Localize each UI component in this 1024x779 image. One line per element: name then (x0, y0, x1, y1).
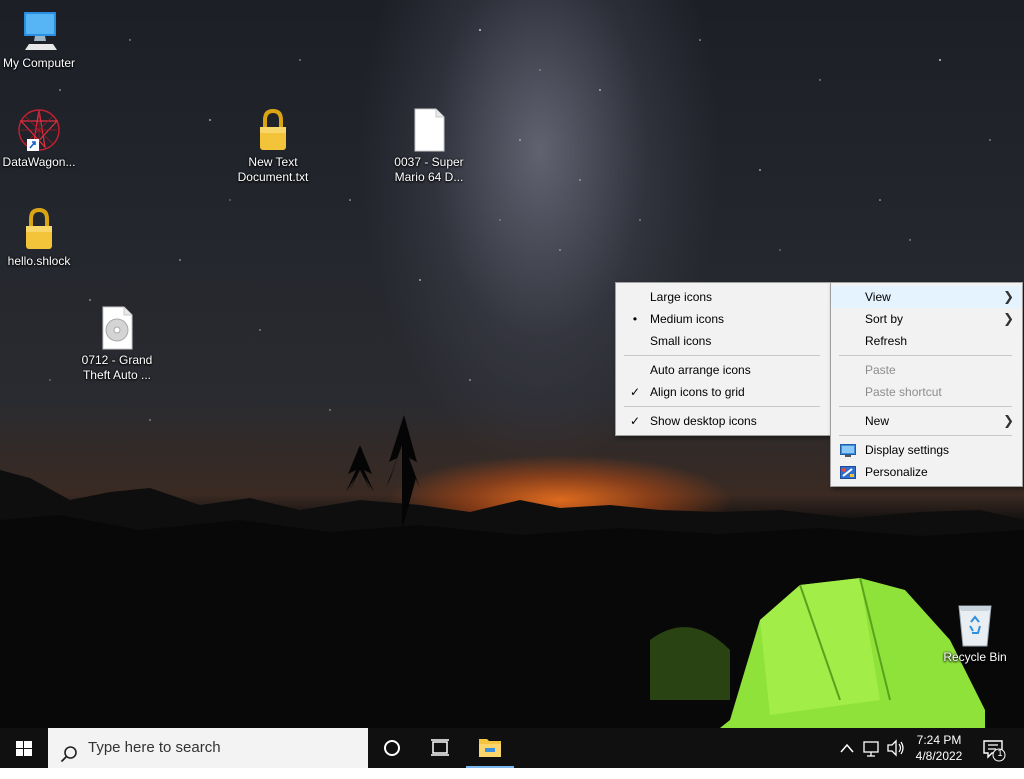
datawagon-shortcut-icon (15, 107, 63, 153)
cortana-circle-icon (384, 740, 400, 756)
menu-item-view[interactable]: View ❯ (831, 286, 1022, 308)
chevron-right-icon: ❯ (1003, 413, 1014, 428)
menu-separator (839, 406, 1012, 407)
desktop-icon-label: 0712 - Grand Theft Auto ... (81, 353, 153, 382)
blank-file-icon (405, 107, 453, 153)
padlock-file-icon (249, 107, 297, 153)
menu-item-refresh[interactable]: Refresh (831, 330, 1022, 352)
menu-item-new[interactable]: New ❯ (831, 410, 1022, 432)
checkmark-icon: ✓ (629, 414, 641, 428)
volume-icon[interactable] (886, 728, 906, 768)
notification-count-badge: 1 (997, 748, 1003, 758)
task-view-button[interactable] (416, 728, 464, 768)
menu-item-label: Refresh (865, 334, 908, 348)
start-button[interactable] (0, 728, 48, 768)
network-icon[interactable] (862, 728, 882, 768)
my-computer-icon (15, 8, 63, 54)
recycle-bin-icon (951, 602, 999, 648)
view-submenu: Large icons • Medium icons Small icons A… (615, 282, 831, 436)
menu-item-label: Show desktop icons (650, 414, 757, 428)
desktop-icon-recycle-bin[interactable]: Recycle Bin (936, 602, 1014, 665)
desktop-icon-super-mario-64[interactable]: 0037 - Super Mario 64 D... (390, 107, 468, 185)
menu-item-label: Display settings (865, 443, 950, 457)
taskbar: Type here to search 7:24 PM 4/8/2022 1 (0, 728, 1024, 768)
windows-logo-icon (16, 741, 32, 756)
desktop-icon-label: DataWagon... (2, 155, 76, 169)
cortana-button[interactable] (368, 728, 416, 768)
menu-item-small-icons[interactable]: Small icons (616, 330, 830, 352)
search-box[interactable]: Type here to search (48, 728, 368, 768)
desktop-icon-label: hello.shlock (7, 254, 71, 268)
chevron-right-icon: ❯ (1003, 289, 1014, 304)
disc-image-file-icon (93, 305, 141, 351)
menu-separator (839, 435, 1012, 436)
checkmark-icon: ✓ (629, 385, 641, 399)
desktop-icon-label: New Text Document.txt (237, 155, 309, 184)
menu-item-paste-shortcut[interactable]: Paste shortcut (831, 381, 1022, 403)
menu-item-label: Auto arrange icons (650, 363, 751, 377)
menu-item-show-desktop-icons[interactable]: ✓ Show desktop icons (616, 410, 830, 432)
padlock-file-icon (15, 206, 63, 252)
desktop-icon-grand-theft-auto[interactable]: 0712 - Grand Theft Auto ... (78, 305, 156, 383)
menu-item-medium-icons[interactable]: • Medium icons (616, 308, 830, 330)
desktop-icon-new-text-document[interactable]: New Text Document.txt (234, 107, 312, 185)
display-settings-icon (840, 443, 856, 457)
menu-separator (624, 406, 820, 407)
file-explorer-folder-icon (479, 739, 501, 757)
menu-item-label: Medium icons (650, 312, 725, 326)
menu-item-label: View (865, 290, 891, 304)
menu-item-label: Small icons (650, 334, 712, 348)
menu-item-label: Personalize (865, 465, 928, 479)
menu-item-personalize[interactable]: Personalize (831, 461, 1022, 483)
menu-item-large-icons[interactable]: Large icons (616, 286, 830, 308)
menu-item-label: Align icons to grid (650, 385, 745, 399)
menu-item-align-icons-to-grid[interactable]: ✓ Align icons to grid (616, 381, 830, 403)
chevron-up-icon[interactable] (838, 728, 856, 768)
clock-date: 4/8/2022 (915, 749, 963, 763)
menu-separator (839, 355, 1012, 356)
menu-item-label: Sort by (865, 312, 904, 326)
menu-item-sort-by[interactable]: Sort by ❯ (831, 308, 1022, 330)
menu-item-display-settings[interactable]: Display settings (831, 439, 1022, 461)
desktop-icon-label: 0037 - Super Mario 64 D... (394, 155, 464, 184)
menu-item-label: Paste (865, 363, 896, 377)
notification-icon (983, 740, 1006, 762)
desktop-icon-label: My Computer (2, 56, 76, 70)
menu-item-paste[interactable]: Paste (831, 359, 1022, 381)
menu-item-label: Paste shortcut (865, 385, 942, 399)
action-center-button[interactable]: 1 (974, 728, 1014, 768)
desktop-context-menu: View ❯ Sort by ❯ Refresh Paste Paste sho… (830, 282, 1023, 487)
personalize-icon (840, 465, 856, 479)
search-placeholder: Type here to search (88, 739, 221, 756)
menu-item-label: Large icons (650, 290, 713, 304)
desktop-icon-datawagon[interactable]: DataWagon... (0, 107, 78, 170)
clock-time: 7:24 PM (916, 733, 962, 747)
desktop-icon-my-computer[interactable]: My Computer (0, 8, 78, 71)
search-icon (60, 739, 78, 779)
desktop-icon-label: Recycle Bin (943, 650, 1007, 664)
menu-separator (624, 355, 820, 356)
chevron-right-icon: ❯ (1003, 311, 1014, 326)
menu-item-label: New (865, 414, 890, 428)
taskbar-clock[interactable]: 7:24 PM 4/8/2022 (910, 732, 968, 764)
file-explorer-button[interactable] (466, 728, 514, 768)
menu-item-auto-arrange-icons[interactable]: Auto arrange icons (616, 359, 830, 381)
desktop-icon-hello-shlock[interactable]: hello.shlock (0, 206, 78, 269)
radio-bullet-icon: • (632, 312, 638, 326)
task-view-icon (431, 739, 449, 756)
